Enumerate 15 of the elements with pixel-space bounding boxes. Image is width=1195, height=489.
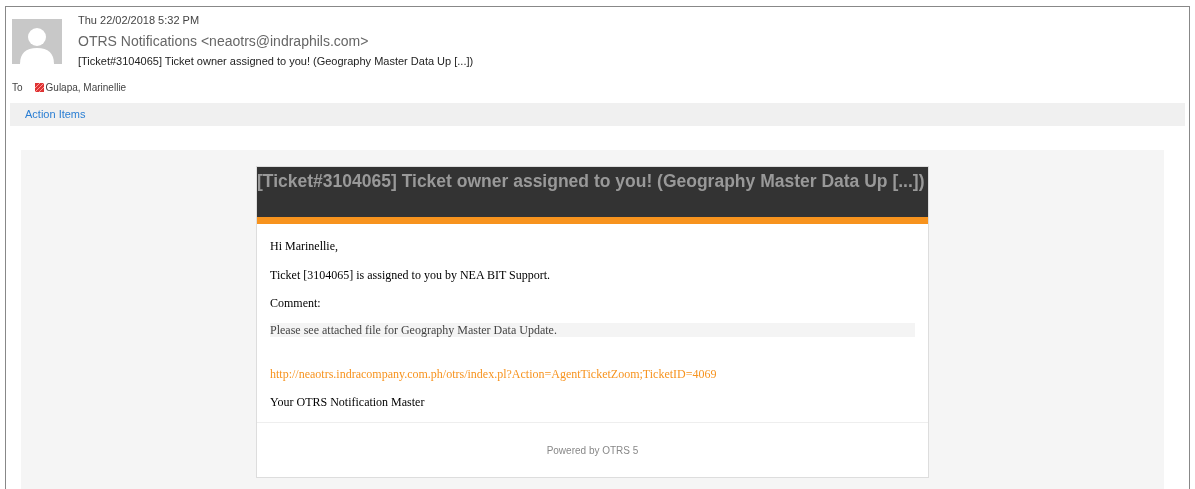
contact-status-icon xyxy=(34,83,44,92)
comment-label: Comment: xyxy=(270,295,322,311)
footer-text: Powered by OTRS 5 xyxy=(546,443,639,458)
email-heading: [Ticket#3104065] Ticket owner assigned to you! (Geography Master Data Up [...]) xyxy=(257,170,925,193)
assignment-text: Ticket [3104065] is assigned to you by NEA BIT Support. xyxy=(270,267,551,283)
action-items-link[interactable]: Action Items xyxy=(25,106,86,123)
to-label: To xyxy=(12,81,23,95)
greeting-text: Hi Marinellie, xyxy=(270,238,339,254)
message-sender: OTRS Notifications <neaotrs@indraphils.com> xyxy=(78,32,370,51)
signature-text: Your OTRS Notification Master xyxy=(270,394,426,410)
message-date: Thu 22/02/2018 5:32 PM xyxy=(78,13,201,27)
comment-text: Please see attached file for Geography Master Data Update. xyxy=(270,323,915,337)
message-subject: [Ticket#3104065] Ticket owner assigned to you! (Geography Master Data Up [...]) xyxy=(78,54,474,68)
ticket-link[interactable]: http://neaotrs.indracompany.com.ph/otrs/index.pl?Action=AgentTicketZoom;TicketID=4069 xyxy=(270,366,915,382)
recipient-name[interactable]: Gulapa, Marinellie xyxy=(45,80,127,95)
